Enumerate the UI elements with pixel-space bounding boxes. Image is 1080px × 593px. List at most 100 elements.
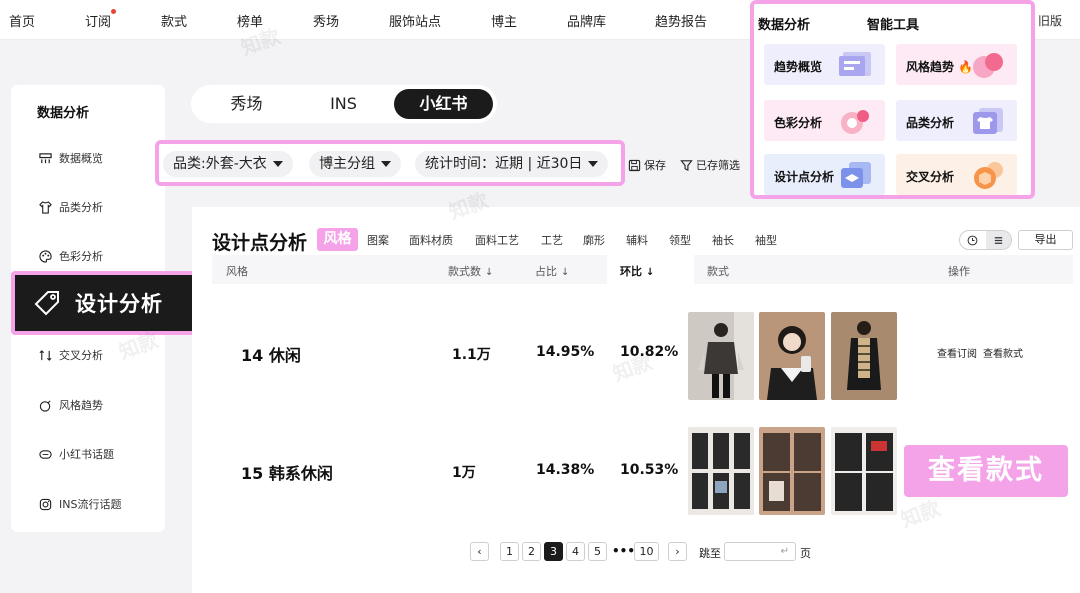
time-filter[interactable]: 统计时间：近期 | 近30日 <box>415 151 609 177</box>
style-thumbnail[interactable] <box>759 312 825 400</box>
nav-subscribe[interactable]: 订阅 <box>85 9 117 30</box>
blogger-group-filter[interactable]: 博主分组 <box>309 151 401 177</box>
row-count: 1万 <box>452 465 476 481</box>
tile-label: 色彩分析 <box>774 116 823 130</box>
tile-color-analysis[interactable]: 色彩分析 <box>764 100 885 141</box>
dimension-tab-style[interactable]: 风格 <box>317 228 358 251</box>
style-thumbnail[interactable] <box>688 312 754 400</box>
sidebar-item-xhs-topics[interactable]: 小红书话题 <box>39 446 114 462</box>
layers-icon <box>841 162 871 188</box>
tile-cross-analysis[interactable]: 交叉分析 <box>896 154 1017 195</box>
dimension-tab-collar[interactable]: 领型 <box>669 232 691 248</box>
save-icon <box>628 159 641 171</box>
jump-label: 跳至 <box>699 547 721 560</box>
list-icon <box>994 236 1002 244</box>
sidebar-item-style-trend[interactable]: 风格趋势 <box>39 397 103 413</box>
tab-xiaohongshu[interactable]: 小红书 <box>394 89 493 119</box>
dimension-tab-fabric-material[interactable]: 面料材质 <box>409 232 453 248</box>
row-share: 14.38% <box>536 462 595 478</box>
view-styles-link[interactable]: 查看款式 <box>983 349 1023 360</box>
pagination-ellipsis: ••• <box>612 544 636 558</box>
page-button[interactable]: 4 <box>566 542 585 561</box>
col-ops: 操作 <box>948 265 970 278</box>
nav-bloggers[interactable]: 博主 <box>491 11 517 30</box>
nav-trend-reports[interactable]: 趋势报告 <box>655 11 707 30</box>
page-button-current[interactable]: 3 <box>544 542 563 561</box>
category-filter[interactable]: 品类:外套-大衣 <box>163 151 293 177</box>
style-thumbnail[interactable] <box>688 427 754 515</box>
saved-filters-button[interactable]: 已存筛选 <box>680 157 740 173</box>
sidebar-item-ins-topics[interactable]: INS流行话题 <box>39 496 121 512</box>
tile-style-trend[interactable]: 风格趋势 🔥 <box>896 44 1017 85</box>
page-button[interactable]: 5 <box>588 542 607 561</box>
dimension-tab-silhouette[interactable]: 廓形 <box>583 232 605 248</box>
tile-design-point-analysis[interactable]: 设计点分析 <box>764 154 885 195</box>
nav-brand-library[interactable]: 品牌库 <box>567 11 606 30</box>
tab-runway[interactable]: 秀场 <box>199 89 294 119</box>
dimension-tab-fabric-craft[interactable]: 面料工艺 <box>475 232 519 248</box>
nav-runway[interactable]: 秀场 <box>313 11 339 30</box>
tile-label: 交叉分析 <box>906 170 955 184</box>
dimension-tab-accessories[interactable]: 辅料 <box>626 232 648 248</box>
tile-trend-overview[interactable]: 趋势概览 <box>764 44 885 85</box>
page-button[interactable]: 10 <box>634 542 659 561</box>
dashboard-icon <box>839 52 871 76</box>
col-share[interactable]: 占比 ↓ <box>535 263 569 279</box>
table-header: 风格 款式数 ↓ 占比 ↓ 环比 ↓ 款式 操作 <box>212 255 1073 284</box>
jump-page-input[interactable]: ↵ <box>724 542 796 561</box>
nav-home[interactable]: 首页 <box>9 11 35 30</box>
save-filter-button[interactable]: 保存 <box>628 157 666 173</box>
caret-down-icon <box>272 161 283 167</box>
nav-rankings[interactable]: 榜单 <box>237 11 263 30</box>
sidebar-item-design-analysis[interactable]: 设计分析 <box>11 271 197 335</box>
dimension-tab-sleeve-type[interactable]: 袖型 <box>755 232 777 248</box>
bomb-trend-icon <box>39 399 51 412</box>
fashion-collage-icon <box>759 427 825 515</box>
view-subscription-link[interactable]: 查看订阅 <box>937 349 977 360</box>
analysis-menu-popup: 数据分析 智能工具 趋势概览 风格趋势 🔥 色彩分析 品类分析 设计点分析 交叉… <box>750 0 1035 199</box>
clock-view-button[interactable] <box>960 231 986 249</box>
style-thumbnail[interactable] <box>831 427 897 515</box>
tile-label: 趋势概览 <box>774 60 823 74</box>
sidebar-item-data-overview[interactable]: 数据概览 <box>39 150 103 166</box>
col-share-label: 占比 <box>535 265 557 278</box>
tile-label-text: 风格趋势 <box>906 60 955 74</box>
col-style: 风格 <box>226 265 248 278</box>
list-view-button[interactable] <box>985 231 1011 249</box>
style-thumbnail[interactable] <box>759 427 825 515</box>
notification-dot <box>111 9 117 14</box>
dimension-tab-pattern[interactable]: 图案 <box>367 232 389 248</box>
prev-page-button[interactable]: ‹ <box>470 542 489 561</box>
sidebar-title: 数据分析 <box>37 106 90 121</box>
tile-category-analysis[interactable]: 品类分析 <box>896 100 1017 141</box>
cube-icon <box>974 162 1003 189</box>
view-styles-cta[interactable]: 查看款式 <box>904 445 1068 497</box>
nav-styles[interactable]: 款式 <box>161 11 187 30</box>
fashion-collage-icon <box>831 427 897 515</box>
caret-down-icon <box>588 161 599 167</box>
col-count[interactable]: 款式数 ↓ <box>448 263 493 279</box>
sidebar-item-category-analysis[interactable]: 品类分析 <box>39 199 103 215</box>
sidebar-item-color-analysis[interactable]: 色彩分析 <box>39 248 103 264</box>
tab-ins[interactable]: INS <box>296 89 391 119</box>
color-wheel-icon <box>841 110 869 134</box>
sidebar-item-cross-analysis[interactable]: 交叉分析 <box>39 347 103 363</box>
shirt-stack-icon <box>973 108 1003 134</box>
shirt-icon <box>39 200 52 214</box>
bubbles-icon <box>973 53 1003 78</box>
page-button[interactable]: 2 <box>522 542 541 561</box>
page-button[interactable]: 1 <box>500 542 519 561</box>
export-button[interactable]: 导出 <box>1018 230 1073 250</box>
sidebar-item-label: 色彩分析 <box>59 250 103 263</box>
dimension-tab-craft[interactable]: 工艺 <box>541 232 563 248</box>
fashion-photo-icon <box>688 312 754 400</box>
dimension-tab-sleeve-length[interactable]: 袖长 <box>712 232 734 248</box>
next-page-button[interactable]: › <box>668 542 687 561</box>
nav-fashion-sites[interactable]: 服饰站点 <box>389 11 441 30</box>
sort-down-icon: ↓ <box>485 267 494 278</box>
palette-icon <box>39 249 52 263</box>
col-mom[interactable]: 环比 ↓ <box>620 263 654 279</box>
style-thumbnail[interactable] <box>831 312 897 400</box>
old-version-link[interactable]: 旧版 <box>1038 12 1062 29</box>
row-mom: 10.53% <box>620 462 679 478</box>
